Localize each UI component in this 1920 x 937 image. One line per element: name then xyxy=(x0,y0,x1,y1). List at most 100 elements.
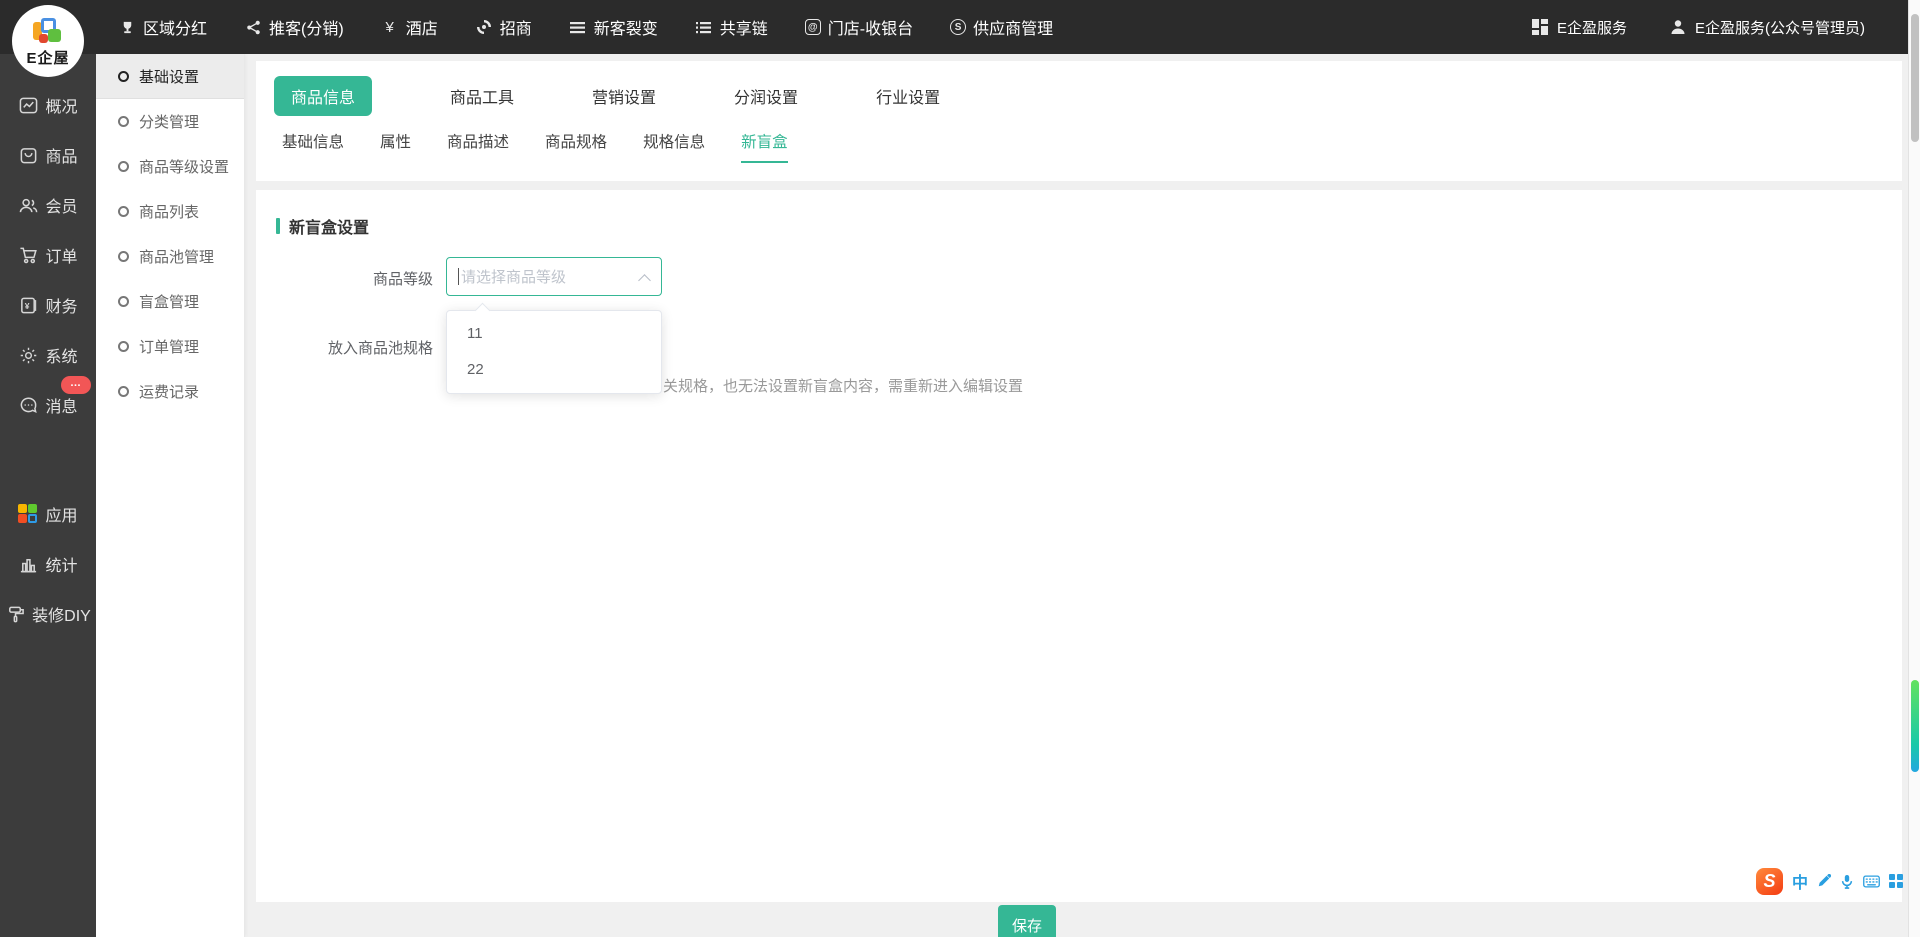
submenu-item-goods-pool[interactable]: 商品池管理 xyxy=(96,234,244,279)
scrollbar-thumb[interactable] xyxy=(1911,14,1919,142)
tab-attributes[interactable]: 属性 xyxy=(380,130,411,163)
topbar-item-store-cashier[interactable]: @ 门店-收银台 xyxy=(805,15,913,39)
logo-text: E企屋 xyxy=(26,47,69,68)
submenu-item-label: 订单管理 xyxy=(139,336,199,357)
topbar-item-investment[interactable]: 招商 xyxy=(475,15,532,39)
mic-icon[interactable] xyxy=(1840,874,1854,889)
submenu-item-label: 分类管理 xyxy=(139,111,199,132)
radio-circle-icon xyxy=(118,296,129,307)
topbar-item-sharechain[interactable]: 共享链 xyxy=(695,15,768,39)
tab-spec-info[interactable]: 规格信息 xyxy=(643,130,705,163)
share-icon xyxy=(244,18,262,36)
tab-description[interactable]: 商品描述 xyxy=(447,130,509,163)
tab-marketing[interactable]: 营销设置 xyxy=(592,76,656,116)
grid-icon xyxy=(1531,18,1549,36)
dropdown-option[interactable]: 22 xyxy=(447,352,661,388)
level-select[interactable]: 请选择商品等级 xyxy=(446,257,662,296)
gear-icon xyxy=(18,345,38,365)
submenu-item-blindbox[interactable]: 盲盒管理 xyxy=(96,279,244,324)
tab-goods-info[interactable]: 商品信息 xyxy=(274,76,372,116)
hint-text: 关规格，也无法设置新盲盒内容，需重新进入编辑设置 xyxy=(663,375,1023,396)
ime-lang-toggle[interactable]: 中 xyxy=(1792,869,1808,893)
section-header: 新盲盒设置 xyxy=(276,214,369,238)
sidebar-item-system[interactable]: 系统 xyxy=(0,330,96,380)
message-badge: … xyxy=(61,376,91,394)
tab-specs[interactable]: 商品规格 xyxy=(545,130,607,163)
app-logo[interactable]: E企屋 xyxy=(12,5,84,77)
topbar-item-fission[interactable]: 新客裂变 xyxy=(569,15,658,39)
sidebar-item-label: 消息 xyxy=(45,393,77,417)
pen-icon[interactable] xyxy=(1817,874,1831,888)
topbar-item-label: 共享链 xyxy=(720,15,768,39)
submenu-item-order-mgmt[interactable]: 订单管理 xyxy=(96,324,244,369)
scrollbar-indicator[interactable] xyxy=(1911,680,1919,772)
topbar-item-region-bonus[interactable]: 区域分红 xyxy=(118,15,207,39)
account-menu[interactable]: E企盈服务(公众号管理员) xyxy=(1669,17,1865,38)
apps-icon xyxy=(18,504,38,524)
ime-grid-icon[interactable] xyxy=(1889,874,1903,888)
sidebar-item-label: 概况 xyxy=(45,93,77,117)
at-icon: @ xyxy=(805,19,821,35)
tab-profit-sharing[interactable]: 分润设置 xyxy=(734,76,798,116)
sidebar-item-diy[interactable]: 装修DIY xyxy=(0,589,96,639)
paint-roller-icon xyxy=(5,604,25,624)
ime-toolbar: S 中 xyxy=(1756,866,1903,896)
service-menu[interactable]: E企盈服务 xyxy=(1531,17,1627,38)
topbar-item-hotel[interactable]: ¥ 酒店 xyxy=(381,15,438,39)
menu-lines-icon xyxy=(569,18,587,36)
topbar-item-supplier[interactable]: S 供应商管理 xyxy=(950,15,1053,39)
chevron-up-icon xyxy=(638,274,651,287)
sidebar-item-overview[interactable]: 概况 xyxy=(0,80,96,130)
submenu-item-label: 商品等级设置 xyxy=(139,156,229,177)
topbar-menu: 区域分红 推客(分销) ¥ 酒店 招商 新客裂变 共享链 @ 门店-收银台 S … xyxy=(118,0,1053,54)
submenu-item-goods-list[interactable]: 商品列表 xyxy=(96,189,244,234)
svg-text:¥: ¥ xyxy=(25,300,30,310)
sogou-logo-icon[interactable]: S xyxy=(1756,868,1783,895)
keyboard-icon[interactable] xyxy=(1863,875,1880,888)
tab-basic-info[interactable]: 基础信息 xyxy=(282,130,344,163)
section-accent-bar xyxy=(276,218,280,234)
sidebar-item-label: 商品 xyxy=(45,143,77,167)
radio-circle-icon xyxy=(118,116,129,127)
page-scrollbar[interactable] xyxy=(1908,0,1920,937)
section-title: 新盲盒设置 xyxy=(289,214,369,238)
topbar-item-promoter[interactable]: 推客(分销) xyxy=(244,15,344,39)
submenu-item-freight[interactable]: 运费记录 xyxy=(96,369,244,414)
list-icon xyxy=(695,18,713,36)
trophy-icon xyxy=(118,18,136,36)
overview-icon xyxy=(18,95,38,115)
sidebar-item-orders[interactable]: 订单 xyxy=(0,230,96,280)
submenu-item-label: 商品池管理 xyxy=(139,246,214,267)
dropdown-option[interactable]: 11 xyxy=(447,316,661,352)
level-label: 商品等级 xyxy=(256,268,433,289)
yen-icon: ¥ xyxy=(381,18,399,36)
form-card: 新盲盒设置 商品等级 请选择商品等级 放入商品池规格 关规格，也无法设置新盲盒内… xyxy=(256,190,1902,902)
sidebar-item-finance[interactable]: ¥ 财务 xyxy=(0,280,96,330)
submenu-item-goods-level[interactable]: 商品等级设置 xyxy=(96,144,244,189)
save-button[interactable]: 保存 xyxy=(998,905,1056,937)
topbar: 区域分红 推客(分销) ¥ 酒店 招商 新客裂变 共享链 @ 门店-收银台 S … xyxy=(0,0,1920,54)
radio-circle-icon xyxy=(118,206,129,217)
sidebar-item-messages[interactable]: … 消息 xyxy=(0,380,96,430)
level-dropdown: 11 22 xyxy=(446,310,662,394)
circle-s-icon: S xyxy=(950,19,966,35)
secondary-tabs: 基础信息 属性 商品描述 商品规格 规格信息 新盲盒 xyxy=(256,116,1902,163)
tab-goods-tools[interactable]: 商品工具 xyxy=(450,76,514,116)
sidebar-item-apps[interactable]: 应用 xyxy=(0,489,96,539)
submenu-item-label: 基础设置 xyxy=(139,66,199,87)
level-select-placeholder: 请选择商品等级 xyxy=(461,266,566,287)
sidebar-item-members[interactable]: 会员 xyxy=(0,180,96,230)
tab-new-blindbox[interactable]: 新盲盒 xyxy=(741,130,788,163)
user-icon xyxy=(1669,18,1687,36)
members-icon xyxy=(18,195,38,215)
radio-circle-icon xyxy=(118,251,129,262)
radio-circle-icon xyxy=(118,341,129,352)
submenu-item-category[interactable]: 分类管理 xyxy=(96,99,244,144)
sidebar-item-stats[interactable]: 统计 xyxy=(0,539,96,589)
chat-icon xyxy=(18,395,38,415)
tab-industry[interactable]: 行业设置 xyxy=(876,76,940,116)
submenu-item-basic-settings[interactable]: 基础设置 xyxy=(96,54,244,99)
sidebar-item-label: 装修DIY xyxy=(32,602,91,626)
sidebar-item-goods[interactable]: 商品 xyxy=(0,130,96,180)
submenu-item-label: 运费记录 xyxy=(139,381,199,402)
